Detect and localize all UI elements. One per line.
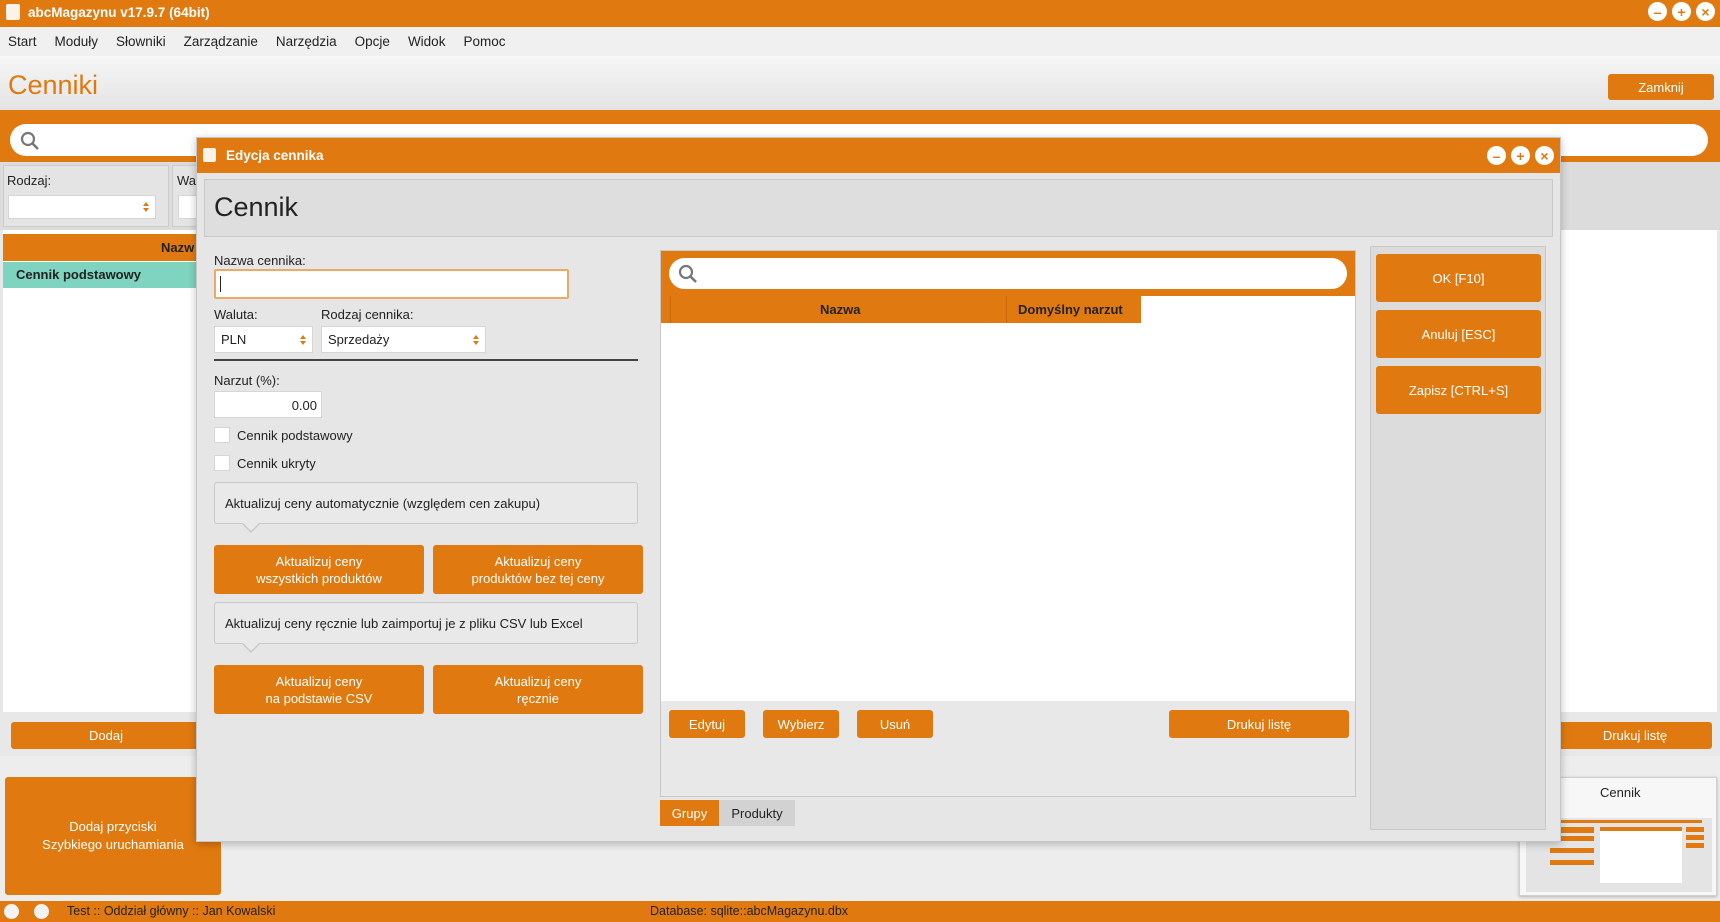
page-title: Cenniki [8, 70, 99, 100]
menu-slowniki[interactable]: Słowniki [116, 34, 166, 49]
grid-column-markup[interactable]: Domyślny narzut [1018, 302, 1123, 317]
status-indicator-icon [4, 904, 19, 919]
dialog-maximize-icon[interactable]: + [1511, 146, 1530, 165]
name-input[interactable] [214, 269, 569, 299]
menu-narzedzia[interactable]: Narzędzia [276, 34, 337, 49]
grid-header-row: Nazwa Domyślny narzut [661, 296, 1141, 323]
dialog-titlebar: Edycja cennika – + × [197, 138, 1560, 173]
menu-widok[interactable]: Widok [408, 34, 446, 49]
search-icon [20, 131, 39, 150]
close-icon[interactable]: × [1696, 2, 1715, 21]
dialog-icon [203, 148, 216, 162]
dialog-print-button[interactable]: Drukuj listę [1169, 710, 1349, 738]
save-button[interactable]: Zapisz [CTRL+S] [1376, 366, 1541, 414]
update-manual-label: Aktualizuj ceny ręcznie [494, 673, 582, 706]
update-no-price-label: Aktualizuj ceny produktów bez tej ceny [471, 553, 605, 586]
update-all-products-button[interactable]: Aktualizuj ceny wszystkich produktów [214, 545, 424, 594]
dialog-minimize-icon[interactable]: – [1487, 146, 1506, 165]
quick-launch-label: Dodaj przyciski Szybkiego uruchamiania [42, 819, 184, 852]
hidden-pricelist-checkbox[interactable] [214, 455, 230, 471]
print-list-button[interactable]: Drukuj listę [1558, 722, 1712, 749]
table-header: Nazw [3, 234, 203, 261]
markup-value: 0.00 [291, 398, 317, 413]
update-csv-button[interactable]: Aktualizuj ceny na podstawie CSV [214, 665, 424, 714]
auto-update-info: Aktualizuj ceny automatycznie (względem … [214, 482, 638, 533]
auto-update-info-text: Aktualizuj ceny automatycznie (względem … [225, 495, 541, 511]
tab-products[interactable]: Produkty [719, 800, 795, 826]
update-csv-label: Aktualizuj ceny na podstawie CSV [265, 673, 373, 706]
dialog-heading: Cennik [214, 192, 299, 222]
groups-search-input[interactable] [669, 258, 1347, 289]
choose-button[interactable]: Wybierz [763, 710, 839, 738]
status-indicator-icon [34, 904, 49, 919]
markup-label: Narzut (%): [214, 373, 280, 388]
table-cell-name: Cennik podstawowy [16, 267, 141, 282]
dialog-close-icon[interactable]: × [1535, 146, 1554, 165]
menu-moduly[interactable]: Moduły [55, 34, 99, 49]
status-database: Database: sqlite::abcMagazynu.dbx [650, 904, 849, 918]
tab-groups[interactable]: Grupy [660, 800, 719, 826]
groups-grid: Nazwa Domyślny narzut [661, 296, 1355, 701]
page-header: Cenniki Zamknij [0, 56, 1720, 118]
table-row[interactable]: Cennik podstawowy [3, 262, 203, 288]
edit-pricelist-dialog: Edycja cennika – + × Cennik Nazwa cennik… [196, 137, 1561, 842]
menu-zarzadzanie[interactable]: Zarządzanie [184, 34, 258, 49]
dialog-title: Edycja cennika [226, 148, 324, 163]
currency-select[interactable]: PLN [214, 326, 313, 353]
manual-update-info: Aktualizuj ceny ręcznie lub zaimportuj j… [214, 602, 638, 653]
groups-search-bar [661, 251, 1355, 296]
type-select[interactable]: Sprzedaży [321, 326, 486, 353]
add-button[interactable]: Dodaj [11, 722, 201, 749]
edit-button[interactable]: Edytuj [669, 710, 745, 738]
search-icon [678, 264, 697, 283]
menu-pomoc[interactable]: Pomoc [463, 34, 505, 49]
grid-column-name[interactable]: Nazwa [820, 302, 860, 317]
maximize-icon[interactable]: + [1672, 2, 1691, 21]
status-user: Test :: Oddział główny :: Jan Kowalski [67, 904, 276, 918]
cancel-button[interactable]: Anuluj [ESC] [1376, 310, 1541, 358]
manual-update-info-text: Aktualizuj ceny ręcznie lub zaimportuj j… [225, 615, 583, 631]
update-all-products-label: Aktualizuj ceny wszystkich produktów [256, 553, 382, 586]
status-bar: Test :: Oddział główny :: Jan Kowalski D… [0, 901, 1720, 922]
delete-button[interactable]: Usuń [857, 710, 933, 738]
markup-input[interactable]: 0.00 [214, 391, 322, 418]
minimize-icon[interactable]: – [1648, 2, 1667, 21]
type-label: Rodzaj cennika: [321, 307, 414, 322]
rodzaj-select[interactable] [8, 195, 156, 219]
name-label: Nazwa cennika: [214, 253, 306, 268]
basic-pricelist-checkbox[interactable] [214, 427, 230, 443]
menu-bar: Start Moduły Słowniki Zarządzanie Narzęd… [0, 27, 1720, 56]
actions-panel: OK [F10] Anuluj [ESC] Zapisz [CTRL+S] [1370, 246, 1546, 830]
form-divider [214, 359, 638, 361]
table-header-nazwa: Nazw [161, 240, 195, 255]
app-titlebar: abcMagazynu v17.9.7 (64bit) – + × [0, 0, 1720, 27]
groups-panel: Nazwa Domyślny narzut Edytuj Wybierz Usu… [660, 250, 1356, 797]
ok-button[interactable]: OK [F10] [1376, 254, 1541, 302]
thumbnail-title: Cennik [1600, 785, 1641, 800]
menu-start[interactable]: Start [8, 34, 37, 49]
type-value: Sprzedaży [328, 332, 390, 347]
update-manual-button[interactable]: Aktualizuj ceny ręcznie [433, 665, 643, 714]
hidden-pricelist-label: Cennik ukryty [237, 456, 316, 471]
menu-opcje[interactable]: Opcje [355, 34, 390, 49]
currency-value: PLN [221, 332, 247, 347]
dialog-header-panel: Cennik [204, 179, 1553, 237]
currency-label: Waluta: [214, 307, 258, 322]
basic-pricelist-label: Cennik podstawowy [237, 428, 353, 443]
app-icon [6, 4, 20, 20]
update-no-price-button[interactable]: Aktualizuj ceny produktów bez tej ceny [433, 545, 643, 594]
rodzaj-label: Rodzaj: [7, 173, 52, 188]
quick-launch-button[interactable]: Dodaj przyciski Szybkiego uruchamiania [5, 777, 221, 895]
close-page-button[interactable]: Zamknij [1608, 74, 1714, 100]
text-cursor [220, 276, 221, 292]
waluta-label-partial: Wa [177, 173, 197, 188]
app-title: abcMagazynu v17.9.7 (64bit) [28, 5, 210, 20]
